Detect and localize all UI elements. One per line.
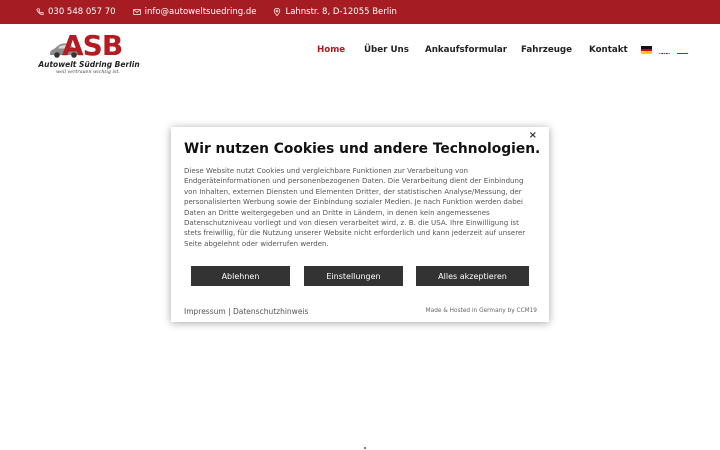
tr-flag-icon[interactable]: [677, 46, 688, 54]
map-pin-icon: [274, 8, 281, 16]
email-contact[interactable]: info@autoweltsuedring.de: [132, 7, 257, 17]
settings-button[interactable]: Einstellungen: [304, 266, 403, 286]
nav-home[interactable]: Home: [317, 45, 345, 55]
phone-contact[interactable]: 030 548 057 70: [36, 7, 116, 17]
imprint-link[interactable]: Impressum: [184, 307, 226, 316]
nav-about[interactable]: Über Uns: [364, 45, 409, 55]
nav-purchase-form[interactable]: Ankaufsformular: [425, 45, 507, 55]
cookie-dialog-title: Wir nutzen Cookies und andere Technologi…: [184, 141, 541, 157]
phone-number: 030 548 057 70: [48, 7, 116, 17]
reject-button[interactable]: Ablehnen: [191, 266, 290, 286]
address-contact[interactable]: Lahnstr. 8, D-12055 Berlin: [273, 7, 397, 17]
email-address: info@autoweltsuedring.de: [144, 7, 257, 17]
nav-contact[interactable]: Kontakt: [589, 45, 628, 55]
cookie-consent-dialog: × Wir nutzen Cookies und andere Technolo…: [171, 127, 549, 322]
logo-slogan: weil vertrauen wichtig ist.: [56, 70, 120, 75]
cookie-footer-links: Impressum | Datenschutzhinweis: [184, 307, 308, 316]
hosting-credit[interactable]: Made & Hosted in Germany by CCM19: [426, 308, 537, 314]
uk-flag-icon[interactable]: [659, 46, 670, 54]
logo-letters: ASB: [62, 29, 123, 62]
loading-dot: [364, 447, 366, 449]
privacy-link[interactable]: Datenschutzhinweis: [233, 307, 308, 316]
phone-icon: [36, 8, 44, 15]
logo-company-name: Autowelt Südring Berlin: [38, 60, 140, 69]
nav-vehicles[interactable]: Fahrzeuge: [521, 45, 572, 55]
contact-bar: 030 548 057 70 info@autoweltsuedring.de …: [0, 0, 720, 24]
street-address: Lahnstr. 8, D-12055 Berlin: [285, 7, 397, 17]
close-icon[interactable]: ×: [529, 130, 537, 141]
envelope-icon: [132, 9, 141, 15]
language-switcher: [641, 46, 695, 54]
link-separator: |: [228, 307, 231, 316]
cookie-dialog-text: Diese Website nutzt Cookies und vergleic…: [184, 166, 526, 248]
accept-all-button[interactable]: Alles akzeptieren: [416, 266, 529, 286]
de-flag-icon[interactable]: [641, 46, 652, 54]
site-header: ASB Autowelt Südring Berlin weil vertrau…: [0, 24, 720, 80]
site-logo[interactable]: ASB Autowelt Südring Berlin weil vertrau…: [36, 31, 142, 77]
